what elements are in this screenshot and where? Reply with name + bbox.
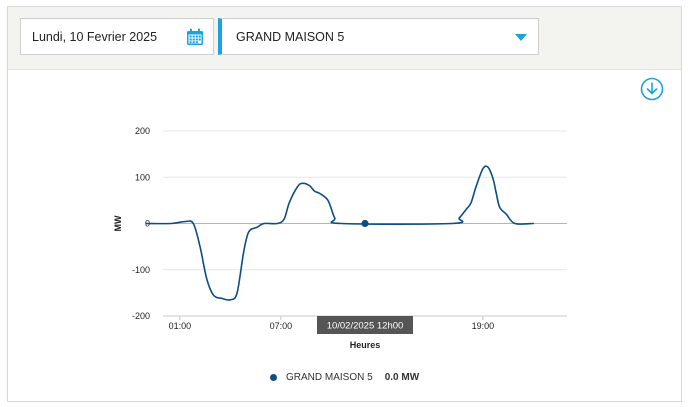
legend-current-value: 0.0 MW xyxy=(384,371,420,383)
legend-series-name: GRAND MAISON 5 xyxy=(286,371,373,383)
tooltip-label: 10/02/2025 12h00 xyxy=(327,321,404,332)
y-axis-title: MW xyxy=(113,215,123,231)
x-tick-label: 19:00 xyxy=(472,321,495,331)
chart-legend[interactable]: GRAND MAISON 5 0.0 MW xyxy=(270,370,419,384)
y-tick-label: -200 xyxy=(132,311,150,321)
chart-panel: Lundi, 10 Fevrier 2025 GRAND MAISON 5 20… xyxy=(7,6,682,402)
x-tick-label: 01:00 xyxy=(169,321,192,331)
series-line-grand-maison-5 xyxy=(145,165,535,301)
legend-marker xyxy=(270,373,277,381)
x-tick-label: 07:00 xyxy=(270,321,293,331)
y-tick-label: 200 xyxy=(135,126,150,136)
highlighted-data-point[interactable] xyxy=(361,219,369,228)
y-tick-label: -100 xyxy=(132,265,150,275)
x-axis-title: Heures xyxy=(350,340,381,350)
power-line-chart: 2001000-100-200 01:0007:0013:0019:00 10/… xyxy=(113,126,567,350)
x-tooltip: 10/02/2025 12h00 xyxy=(317,316,413,334)
y-tick-label: 100 xyxy=(135,172,150,182)
